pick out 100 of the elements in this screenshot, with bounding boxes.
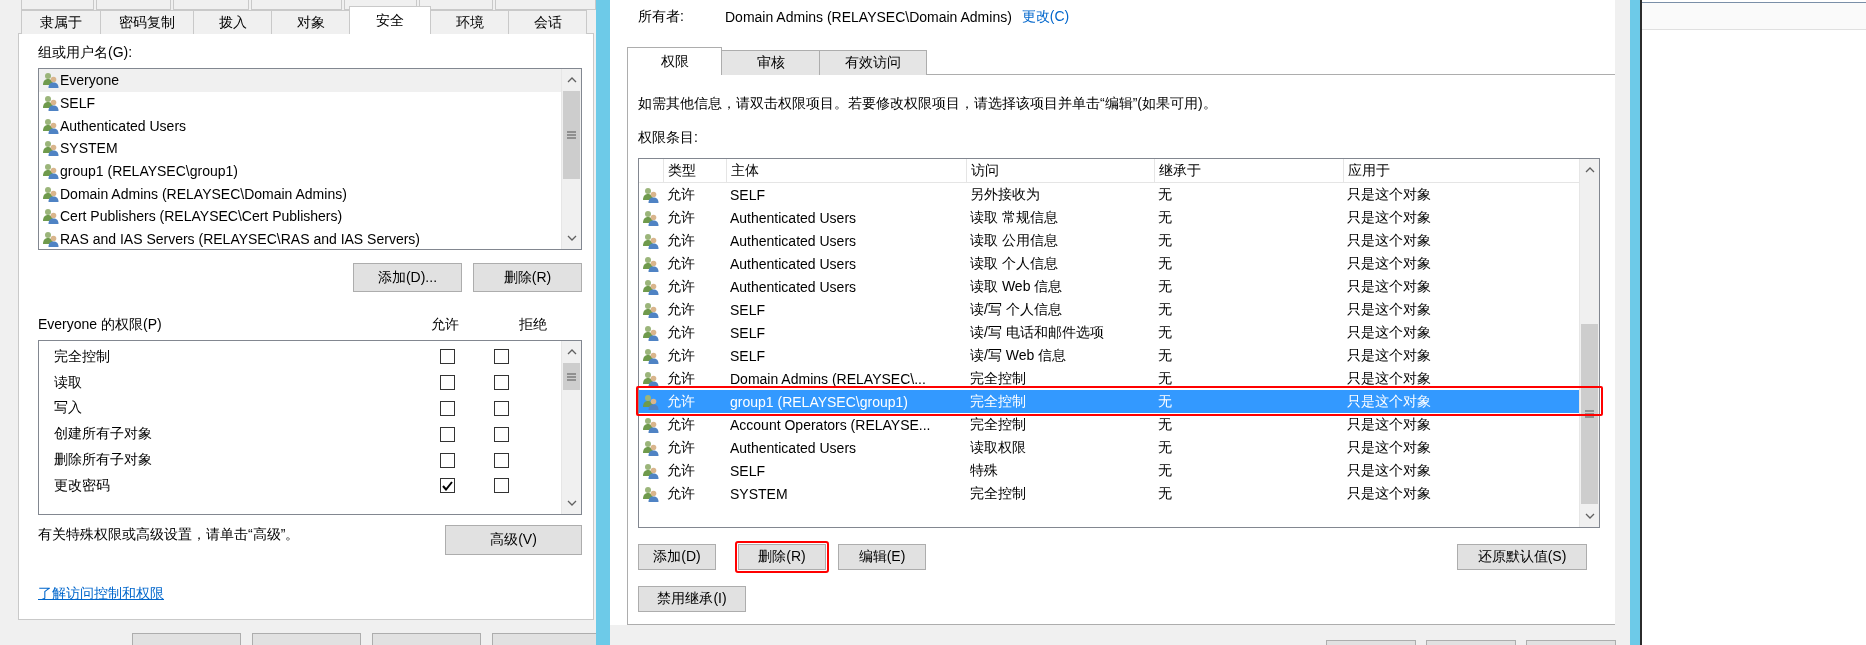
column-header[interactable]: 访问 [966, 159, 1154, 182]
column-header[interactable]: 继承于 [1154, 159, 1343, 182]
action-button[interactable]: 添加(D) [638, 544, 716, 570]
table-row[interactable]: 允许 SELF 读/写 个人信息 无 只是这个对象 [639, 298, 1579, 321]
table-cell-text: 无 [1157, 323, 1173, 342]
advanced-button[interactable]: 高级(V) [445, 525, 582, 555]
permission-label: 创建所有子对象 [53, 425, 153, 444]
table-row[interactable]: 允许 Authenticated Users 读取 常规信息 无 只是这个对象 [639, 206, 1579, 229]
tab[interactable]: 权限 [627, 47, 722, 75]
tab[interactable]: 隶属于 [21, 10, 101, 34]
tab[interactable]: 拨入 [193, 10, 272, 34]
table-cell-text: 允许 [666, 185, 696, 204]
tab[interactable] [251, 0, 342, 10]
checkbox[interactable] [494, 401, 509, 416]
table-cell-text: 只是这个对象 [1346, 438, 1431, 457]
tab[interactable]: 对象 [271, 10, 350, 34]
tab[interactable] [96, 0, 171, 10]
table-row[interactable]: 允许 Authenticated Users 读取权限 无 只是这个对象 [639, 436, 1579, 459]
table-cell-text: 无 [1157, 300, 1173, 319]
table-cell-text: 无 [1157, 461, 1173, 480]
action-button[interactable]: 编辑(E) [838, 544, 926, 570]
tab[interactable] [173, 0, 249, 10]
table-cell-text: 完全控制 [969, 392, 1027, 411]
table-row[interactable]: 允许 SELF 读/写 电话和邮件选项 无 只是这个对象 [639, 321, 1579, 344]
checkbox[interactable] [494, 375, 509, 391]
table-cell-text: 允许 [666, 208, 696, 227]
checkbox[interactable] [494, 349, 509, 365]
table-row[interactable]: 允许 Domain Admins (RELAYSEC\... 完全控制 无 只是这个对象 [639, 367, 1579, 390]
grip-icon [567, 372, 576, 381]
scroll-thumb[interactable] [563, 91, 580, 179]
tab[interactable]: 审核 [721, 50, 820, 75]
checkbox[interactable] [439, 478, 455, 494]
checkbox[interactable] [494, 426, 509, 442]
permission-list[interactable]: 完全控制 读取 写入 创建所有子对象 删除所有子对象 更改密码 [38, 340, 582, 515]
column-header[interactable]: 主体 [726, 159, 966, 182]
tab[interactable] [21, 0, 94, 10]
restore-button[interactable]: 还原默认值(S) [1457, 544, 1587, 570]
table-cell-text: 只是这个对象 [1346, 461, 1431, 480]
checkbox[interactable] [439, 375, 455, 391]
table-row[interactable]: 允许 Authenticated Users 读取 个人信息 无 只是这个对象 [639, 252, 1579, 275]
list-item[interactable]: Cert Publishers (RELAYSEC\Cert Publishers) [39, 205, 561, 228]
tab[interactable] [419, 0, 493, 10]
group-list[interactable]: Everyone SELF Authenticated Users SYSTEM group1 (RELAYSEC\group1) Domain Admins (RELAYSEC\Domain Admins) Cert Publishers (RELAYSEC\Cert Publishers) RAS and IAS Servers (RELAYSEC\RAS and IAS Servers) [38, 68, 582, 250]
table-cell-text: 允许 [666, 415, 696, 434]
help-link[interactable]: 了解访问控制和权限 [38, 585, 164, 603]
list-button[interactable]: 添加(D)... [353, 263, 462, 292]
table-cell-text: 允许 [666, 484, 696, 503]
scrollbar[interactable] [561, 69, 581, 249]
table-cell-text: 完全控制 [969, 369, 1027, 388]
column-header[interactable]: 类型 [663, 159, 726, 182]
action-button[interactable]: 删除(R) [738, 544, 826, 570]
list-item[interactable]: group1 (RELAYSEC\group1) [39, 159, 561, 183]
table-cell-text: 允许 [666, 438, 696, 457]
table-cell-text: 只是这个对象 [1346, 323, 1431, 342]
table-row[interactable]: 允许 SELF 另外接收为 无 只是这个对象 [639, 183, 1579, 206]
users-icon [643, 485, 659, 502]
list-item[interactable]: Everyone [39, 69, 561, 92]
list-item[interactable]: Domain Admins (RELAYSEC\Domain Admins) [39, 182, 561, 206]
tab[interactable]: 有效访问 [819, 50, 927, 75]
table-row[interactable]: 允许 Authenticated Users 读取 Web 信息 无 只是这个对象 [639, 275, 1579, 298]
list-item[interactable]: SYSTEM [39, 137, 561, 160]
table-cell-text: 无 [1157, 415, 1173, 434]
list-button[interactable]: 删除(R) [473, 263, 582, 292]
table-cell-text: 无 [1157, 185, 1173, 204]
table-cell-text: 只是这个对象 [1346, 231, 1431, 250]
tab[interactable]: 会话 [508, 10, 587, 34]
table-row[interactable]: 允许 Account Operators (RELAYSE... 完全控制 无 只是这个对象 [639, 413, 1579, 436]
tab[interactable]: 安全 [349, 6, 431, 34]
change-link[interactable]: 更改(C) [1021, 8, 1070, 26]
table-cell-text: Authenticated Users [729, 232, 858, 249]
inherit-button[interactable]: 禁用继承(I) [638, 586, 746, 612]
tab[interactable]: 密码复制 [100, 10, 194, 34]
checkbox[interactable] [439, 452, 455, 468]
table-cell-text: SELF [729, 347, 766, 364]
checkbox[interactable] [494, 452, 509, 468]
scroll-thumb[interactable] [563, 363, 580, 390]
table-cell-text: 无 [1157, 231, 1173, 250]
field-label: 组或用户名(G): [38, 44, 133, 62]
scrollbar[interactable] [1579, 159, 1599, 527]
table-cell-text: Authenticated Users [729, 278, 858, 295]
tab[interactable] [495, 0, 596, 10]
table-cell-text: 只是这个对象 [1346, 300, 1431, 319]
table-cell-text: 读/写 Web 信息 [969, 346, 1068, 365]
scrollbar[interactable] [561, 341, 581, 514]
checkbox[interactable] [494, 478, 509, 494]
checkbox[interactable] [439, 426, 455, 442]
checkbox[interactable] [439, 349, 455, 365]
table-cell-text: 只是这个对象 [1346, 392, 1431, 411]
list-item[interactable]: RAS and IAS Servers (RELAYSEC\RAS and IAS Servers) [39, 227, 561, 249]
table-row[interactable]: 允许 SELF 读/写 Web 信息 无 只是这个对象 [639, 344, 1579, 367]
tab[interactable]: 环境 [430, 10, 509, 34]
permission-table[interactable] [638, 158, 1600, 528]
table-cell-text: Account Operators (RELAYSE... [729, 416, 932, 433]
checkbox[interactable] [439, 401, 455, 416]
list-item[interactable]: SELF [39, 91, 561, 115]
table-row[interactable]: 允许 Authenticated Users 读取 公用信息 无 只是这个对象 [639, 229, 1579, 252]
table-row[interactable]: 允许 SYSTEM 完全控制 无 只是这个对象 [639, 482, 1579, 505]
list-item[interactable]: Authenticated Users [39, 114, 561, 138]
scroll-thumb[interactable] [1581, 324, 1598, 504]
table-row[interactable]: 允许 SELF 特殊 无 只是这个对象 [639, 459, 1579, 482]
